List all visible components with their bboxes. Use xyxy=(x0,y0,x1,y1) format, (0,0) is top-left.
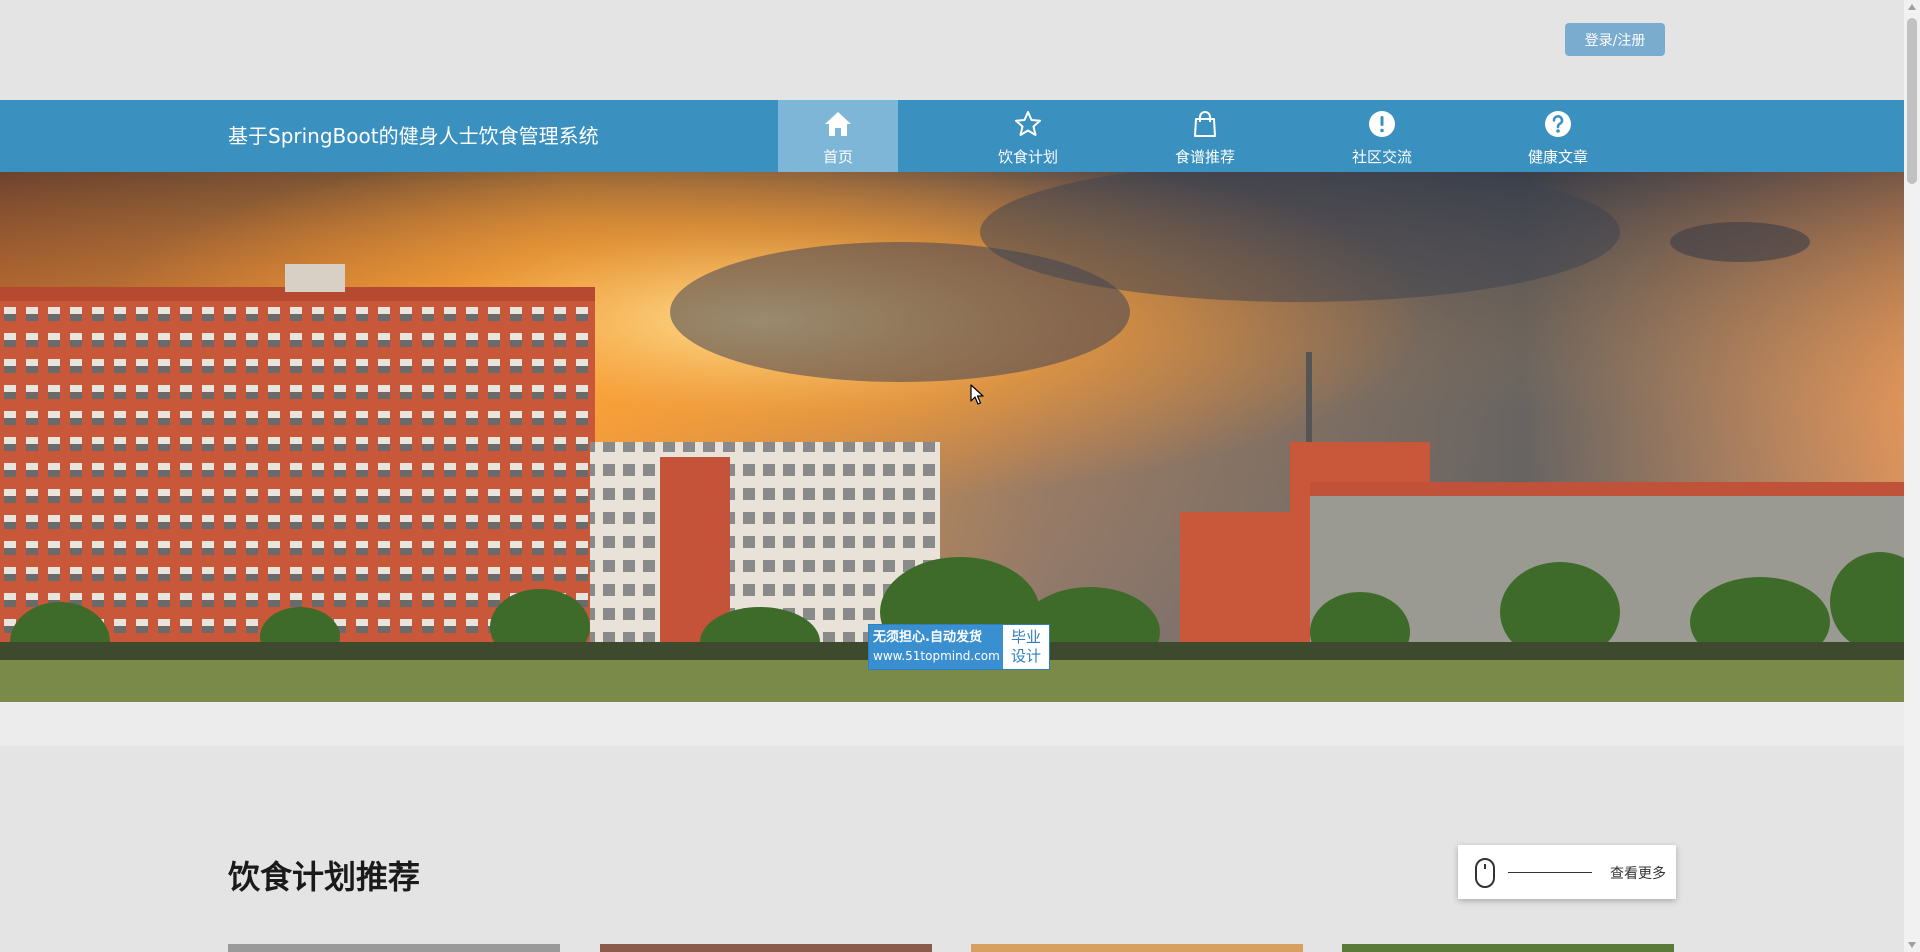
plan-card-1[interactable] xyxy=(228,944,560,952)
badge-word-2: 设计 xyxy=(1010,647,1041,665)
badge-right: 毕业 设计 xyxy=(1003,625,1049,669)
badge-url: www.51topmind.com xyxy=(873,649,1000,663)
nav-item-recipes[interactable]: 食谱推荐 xyxy=(1145,100,1265,172)
mouse-icon xyxy=(1475,858,1495,888)
badge-word-1: 毕业 xyxy=(1010,628,1041,646)
scroll-down-arrow-icon[interactable] xyxy=(1908,942,1916,948)
banner-watermark-badge: 无须担心.自动发货 www.51topmind.com 毕业 设计 xyxy=(868,624,1050,670)
nav-item-home[interactable]: 首页 xyxy=(778,100,898,172)
question-circle-icon xyxy=(1543,109,1573,139)
nav-item-label: 健康文章 xyxy=(1527,148,1588,166)
plan-card-4[interactable] xyxy=(1342,944,1674,952)
badge-left: 无须担心.自动发货 www.51topmind.com xyxy=(869,625,1003,669)
nav-item-label: 首页 xyxy=(822,148,853,166)
more-divider-line xyxy=(1508,872,1592,873)
nav-item-health-articles[interactable]: 健康文章 xyxy=(1498,100,1618,172)
home-icon xyxy=(823,109,853,139)
scrollbar-thumb[interactable] xyxy=(1907,18,1917,184)
vertical-scrollbar[interactable] xyxy=(1904,0,1920,952)
view-more-label: 查看更多 xyxy=(1610,866,1666,882)
login-register-button[interactable]: 登录/注册 xyxy=(1565,23,1665,56)
main-nav: 基于SpringBoot的健身人士饮食管理系统 首页 饮食计划 食谱推荐 社区交… xyxy=(0,100,1904,172)
plan-card-3[interactable] xyxy=(971,944,1303,952)
top-bar: 登录/注册 xyxy=(0,0,1904,100)
shopping-bag-icon xyxy=(1190,109,1220,139)
banner-bottom-strip xyxy=(0,702,1904,746)
page: 登录/注册 基于SpringBoot的健身人士饮食管理系统 首页 饮食计划 食谱… xyxy=(0,0,1920,952)
banner-carousel[interactable]: 无须担心.自动发货 www.51topmind.com 毕业 设计 xyxy=(0,172,1904,702)
nav-item-community[interactable]: 社区交流 xyxy=(1322,100,1442,172)
nav-item-label: 饮食计划 xyxy=(997,148,1058,166)
nav-item-label: 食谱推荐 xyxy=(1174,148,1235,166)
plan-card-2[interactable] xyxy=(600,944,932,952)
nav-item-diet-plan[interactable]: 饮食计划 xyxy=(968,100,1088,172)
scroll-up-arrow-icon[interactable] xyxy=(1908,4,1916,10)
exclamation-circle-icon xyxy=(1367,109,1397,139)
nav-item-label: 社区交流 xyxy=(1351,148,1412,166)
view-more-button[interactable]: 查看更多 xyxy=(1458,845,1676,899)
section-title: 饮食计划推荐 xyxy=(228,858,421,896)
badge-slogan: 无须担心.自动发货 xyxy=(873,630,982,645)
site-title: 基于SpringBoot的健身人士饮食管理系统 xyxy=(228,124,599,148)
star-icon xyxy=(1013,109,1043,139)
banner-image xyxy=(0,172,1904,702)
mouse-cursor-icon xyxy=(970,384,984,405)
